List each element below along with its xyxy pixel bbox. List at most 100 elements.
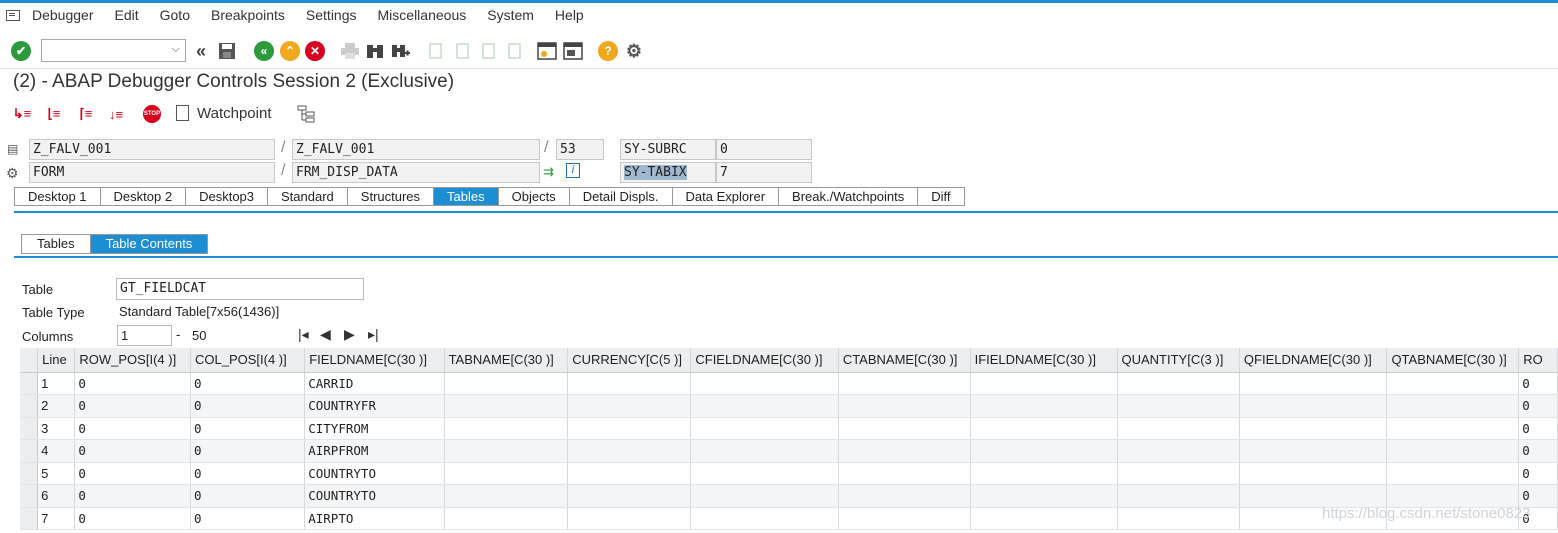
chevron-down-icon[interactable]: ⌵ [172, 43, 180, 56]
tab-desktop-2[interactable]: Desktop 2 [101, 188, 187, 205]
table-cell[interactable]: 0 [190, 439, 306, 463]
row-selector[interactable] [20, 507, 39, 530]
table-cell[interactable] [1239, 439, 1388, 463]
table-cell[interactable] [838, 462, 971, 485]
layer-tree-icon[interactable] [296, 104, 316, 124]
table-cell[interactable] [444, 394, 569, 418]
table-cell[interactable]: 0 [74, 394, 191, 418]
column-header[interactable]: IFIELDNAME[C(30 )] [970, 348, 1118, 373]
return-icon[interactable]: ⌈≡ [76, 104, 96, 124]
table-cell[interactable]: COUNTRYFR [304, 394, 445, 418]
table-cell[interactable] [690, 372, 839, 395]
tab-diff[interactable]: Diff [918, 188, 965, 205]
column-header[interactable]: FIELDNAME[C(30 )] [304, 348, 445, 373]
table-cell[interactable] [838, 394, 971, 418]
tab-objects[interactable]: Objects [499, 188, 570, 205]
subtab-table-contents[interactable]: Table Contents [90, 235, 208, 253]
table-cell[interactable] [1386, 394, 1520, 418]
table-cell[interactable]: AIRPTO [304, 507, 445, 530]
tab-detail-displs[interactable]: Detail Displs. [570, 188, 673, 205]
exit-icon[interactable]: ⌃ [280, 41, 300, 61]
table-cell[interactable] [690, 394, 839, 418]
table-cell[interactable] [1386, 484, 1520, 508]
table-cell[interactable]: 0 [1518, 372, 1558, 395]
table-cell[interactable]: 0 [74, 417, 191, 440]
continue-icon[interactable]: ↓≡ [106, 104, 126, 124]
table-cell[interactable] [1117, 394, 1240, 418]
row-selector[interactable] [20, 484, 39, 508]
last-column-icon[interactable]: ▸| [368, 326, 379, 343]
generate-shortcut-icon[interactable] [563, 41, 583, 61]
find-icon[interactable] [365, 41, 385, 61]
table-cell[interactable]: 0 [1518, 484, 1558, 508]
tab-data-explorer[interactable]: Data Explorer [673, 188, 780, 205]
execute-icon[interactable]: ⌊≡ [44, 104, 64, 124]
table-row[interactable]: 3 0 0 CITYFROM 0 [20, 417, 1558, 440]
table-cell[interactable] [444, 372, 569, 395]
column-header[interactable]: QTABNAME[C(30 )] [1386, 348, 1520, 373]
table-cell[interactable]: 0 [1518, 417, 1558, 440]
navigate-source-icon[interactable]: ⇉ [543, 164, 554, 180]
table-cell[interactable] [690, 417, 839, 440]
table-cell[interactable] [444, 439, 569, 463]
find-next-icon[interactable] [391, 41, 411, 61]
table-cell[interactable] [567, 394, 692, 418]
row-selector[interactable] [20, 462, 39, 485]
table-cell[interactable] [1117, 484, 1240, 508]
menu-breakpoints[interactable]: Breakpoints [211, 7, 285, 23]
table-cell[interactable] [444, 484, 569, 508]
table-cell[interactable] [1239, 417, 1388, 440]
table-cell[interactable]: 0 [74, 462, 191, 485]
column-header[interactable]: CTABNAME[C(30 )] [838, 348, 971, 373]
first-column-icon[interactable]: |◂ [298, 326, 309, 343]
table-cell[interactable] [838, 439, 971, 463]
line-number-cell[interactable]: 7 [37, 507, 76, 530]
table-cell[interactable] [1117, 507, 1240, 530]
table-row[interactable]: 1 0 0 CARRID 0 [20, 372, 1558, 395]
menu-goto[interactable]: Goto [160, 7, 190, 23]
column-header[interactable]: ROW_POS[I(4 )] [74, 348, 191, 373]
back-icon[interactable]: « [254, 41, 274, 61]
table-cell[interactable] [690, 439, 839, 463]
table-cell[interactable]: CARRID [304, 372, 445, 395]
table-row[interactable]: 6 0 0 COUNTRYTO 0 [20, 484, 1558, 508]
column-header[interactable]: QFIELDNAME[C(30 )] [1239, 348, 1388, 373]
table-cell[interactable] [838, 372, 971, 395]
table-cell[interactable]: 0 [190, 484, 306, 508]
column-header[interactable]: COL_POS[I(4 )] [190, 348, 306, 373]
row-selector[interactable] [20, 417, 39, 440]
table-cell[interactable] [970, 507, 1118, 530]
table-cell[interactable]: AIRPFROM [304, 439, 445, 463]
row-selector-header[interactable] [20, 348, 39, 373]
table-cell[interactable] [444, 507, 569, 530]
table-cell[interactable]: 0 [74, 372, 191, 395]
table-cell[interactable] [567, 507, 692, 530]
tab-tables[interactable]: Tables [434, 188, 499, 205]
previous-column-icon[interactable]: ◀ [320, 326, 331, 343]
line-number-cell[interactable]: 4 [37, 439, 76, 463]
table-cell[interactable]: 0 [190, 507, 306, 530]
table-cell[interactable]: COUNTRYTO [304, 484, 445, 508]
table-cell[interactable] [444, 462, 569, 485]
table-cell[interactable]: 0 [1518, 462, 1558, 485]
system-menu-icon[interactable] [6, 9, 20, 21]
table-cell[interactable]: 0 [1518, 394, 1558, 418]
table-cell[interactable] [567, 462, 692, 485]
collapse-left-icon[interactable]: « [191, 41, 211, 61]
next-column-icon[interactable]: ▶ [344, 326, 355, 343]
create-session-icon[interactable] [537, 41, 557, 61]
command-field[interactable]: ⌵ [41, 39, 186, 62]
table-cell[interactable] [1239, 372, 1388, 395]
column-header[interactable]: RO [1518, 348, 1558, 373]
help-icon[interactable]: ? [598, 41, 618, 61]
table-cell[interactable] [970, 394, 1118, 418]
single-step-icon[interactable]: ↳≡ [12, 104, 32, 124]
table-cell[interactable] [567, 417, 692, 440]
table-cell[interactable] [1117, 417, 1240, 440]
table-cell[interactable] [1386, 462, 1520, 485]
table-cell[interactable] [1239, 394, 1388, 418]
table-row[interactable]: 5 0 0 COUNTRYTO 0 [20, 462, 1558, 485]
menu-help[interactable]: Help [555, 7, 584, 23]
columns-from-input[interactable]: 1 [117, 325, 172, 346]
menu-system[interactable]: System [487, 7, 534, 23]
